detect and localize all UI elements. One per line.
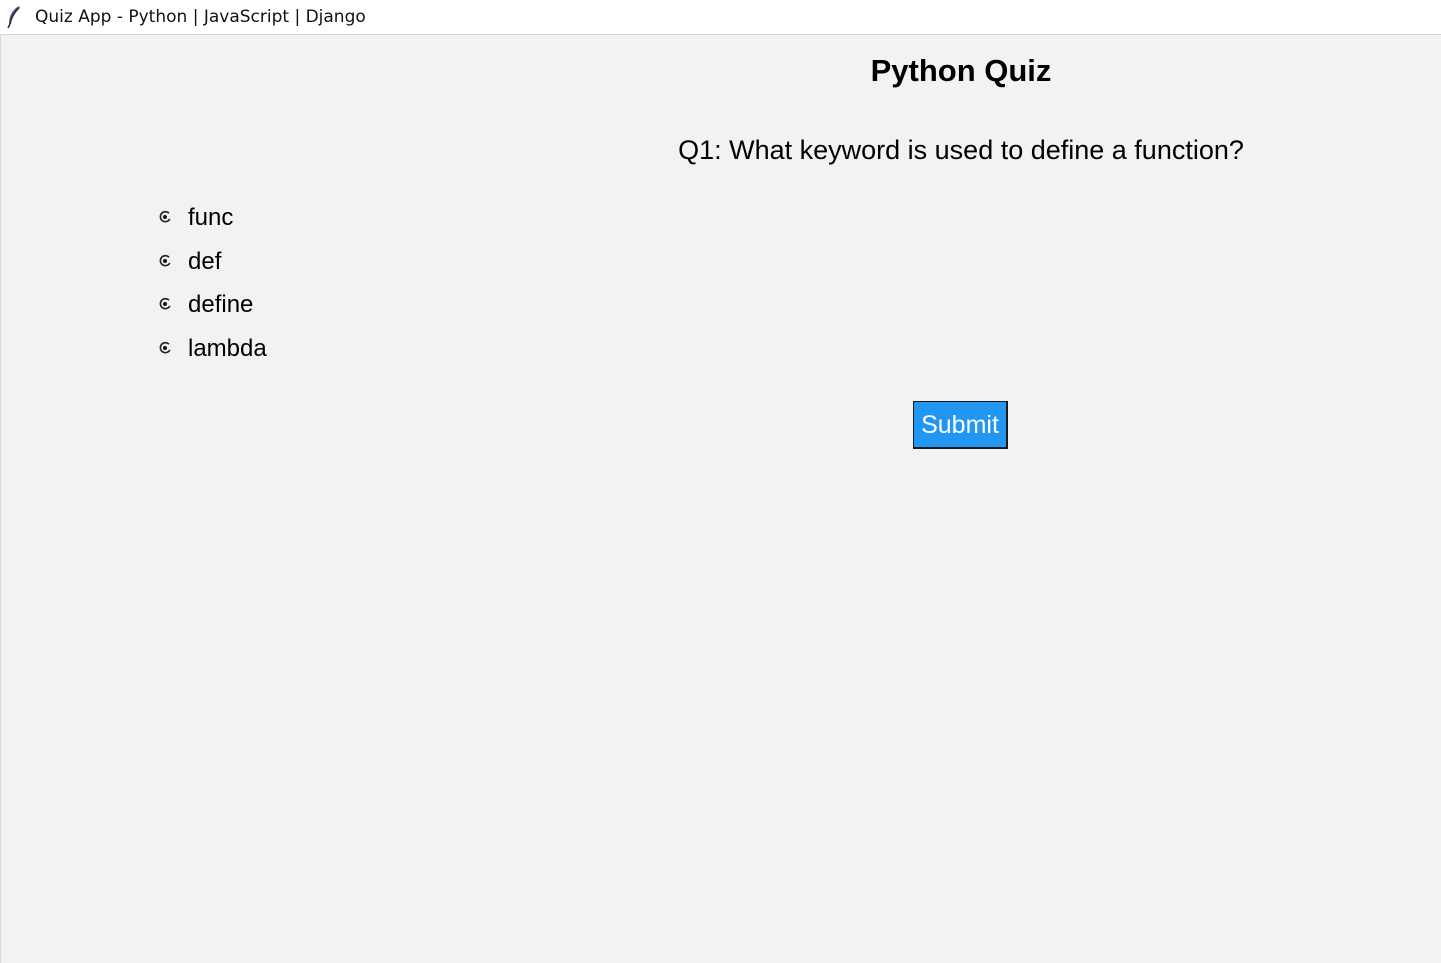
option-label: def	[188, 247, 222, 275]
option-label: func	[188, 204, 234, 231]
radio-button-icon[interactable]	[158, 210, 172, 224]
option-label: define	[188, 291, 254, 319]
radio-button-icon[interactable]	[158, 341, 172, 355]
radio-button-icon[interactable]	[158, 254, 172, 268]
quiz-window: Python Quiz Q1: What keyword is used to …	[0, 35, 1441, 963]
option-def[interactable]: def	[158, 245, 558, 289]
window-titlebar: Quiz App - Python | JavaScript | Django	[0, 0, 1441, 35]
feather-icon	[6, 5, 22, 29]
option-lambda[interactable]: lambda	[158, 332, 558, 376]
option-define[interactable]: define	[158, 288, 558, 332]
quiz-title: Python Quiz	[870, 53, 1052, 88]
submit-button[interactable]: Submit	[913, 401, 1008, 449]
radio-button-icon[interactable]	[158, 297, 172, 311]
option-label: lambda	[188, 335, 267, 363]
answer-options: func def define lambda	[158, 201, 558, 376]
question-text: Q1: What keyword is used to define a fun…	[678, 135, 1244, 165]
window-title: Quiz App - Python | JavaScript | Django	[35, 7, 366, 27]
option-func[interactable]: func	[158, 201, 558, 245]
